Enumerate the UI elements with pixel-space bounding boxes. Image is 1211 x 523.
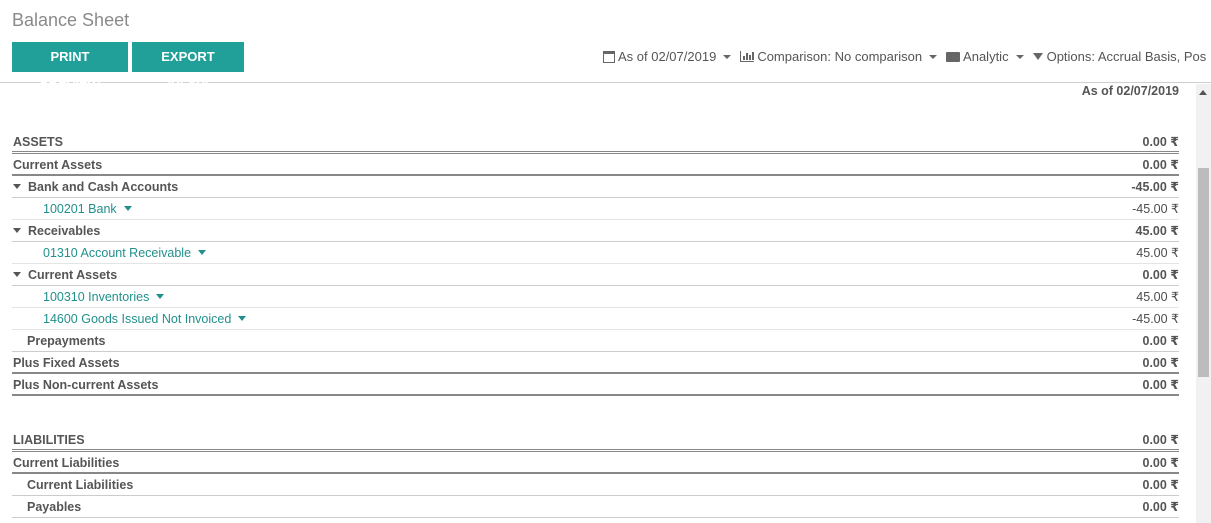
caret-down-icon[interactable] <box>13 228 21 234</box>
caret-down-icon[interactable] <box>13 272 21 278</box>
row-value: 0.00 ₹ <box>1142 334 1180 348</box>
table-row: Plus Fixed Assets 0.00 ₹ <box>12 352 1179 374</box>
options-filter-label: Options: Accrual Basis, Pos <box>1046 49 1207 64</box>
table-row: Current Liabilities 0.00 ₹ <box>12 474 1179 496</box>
export-xlsx-button[interactable]: EXPORT (XLSX) <box>132 42 244 94</box>
table-row: Payables 0.00 ₹ <box>12 496 1179 518</box>
options-filter-dropdown[interactable]: Options: Accrual Basis, Pos <box>1032 49 1207 64</box>
column-header-date: As of 02/07/2019 <box>1081 84 1179 98</box>
date-filter-dropdown[interactable]: As of 02/07/2019 <box>603 49 732 64</box>
account-label[interactable]: 100310 Inventories <box>43 290 149 304</box>
caret-down-icon[interactable] <box>123 206 132 212</box>
row-value: 45.00 ₹ <box>1135 224 1179 238</box>
table-row: Current Liabilities 0.00 ₹ <box>12 452 1179 474</box>
caret-down-icon[interactable] <box>156 294 165 300</box>
row-value: 0.00 ₹ <box>1142 158 1180 172</box>
account-row: 14600 Goods Issued Not Invoiced -45.00 ₹ <box>12 308 1179 330</box>
date-filter-label: As of 02/07/2019 <box>618 49 717 64</box>
scrollbar-thumb[interactable] <box>1198 168 1209 377</box>
account-label[interactable]: 14600 Goods Issued Not Invoiced <box>43 312 231 326</box>
row-label: ASSETS <box>13 135 64 149</box>
section-row-assets: ASSETS 0.00 ₹ <box>12 130 1179 154</box>
caret-down-icon <box>1015 54 1024 59</box>
balance-sheet-table: ASSETS 0.00 ₹ Current Assets 0.00 ₹ Bank… <box>12 130 1179 518</box>
row-value: 0.00 ₹ <box>1142 268 1180 282</box>
caret-down-icon[interactable] <box>238 316 247 322</box>
row-label: Receivables <box>28 224 101 238</box>
comparison-filter-label: Comparison: No comparison <box>757 49 923 64</box>
row-label: Current Assets <box>13 158 103 172</box>
row-label: Current Liabilities <box>27 478 134 492</box>
control-panel: Balance Sheet PRINT PREVIEW EXPORT (XLSX… <box>0 0 1211 94</box>
account-link[interactable]: 14600 Goods Issued Not Invoiced <box>43 308 247 330</box>
filter-icon <box>1032 53 1043 60</box>
row-value: 0.00 ₹ <box>1142 433 1180 447</box>
table-row-expandable[interactable]: Bank and Cash Accounts -45.00 ₹ <box>12 176 1179 198</box>
account-row: 100310 Inventories 45.00 ₹ <box>12 286 1179 308</box>
row-label: Plus Fixed Assets <box>13 356 120 370</box>
caret-down-icon <box>929 54 938 59</box>
table-row: Current Assets 0.00 ₹ <box>12 154 1179 176</box>
row-label: Bank and Cash Accounts <box>28 180 179 194</box>
report-content: As of 02/07/2019 ASSETS 0.00 ₹ Current A… <box>0 84 1196 523</box>
caret-down-icon[interactable] <box>13 184 21 190</box>
account-link[interactable]: 01310 Account Receivable <box>43 242 207 264</box>
table-row-expandable[interactable]: Receivables 45.00 ₹ <box>12 220 1179 242</box>
account-label[interactable]: 01310 Account Receivable <box>43 246 191 260</box>
row-value: 0.00 ₹ <box>1142 478 1180 492</box>
row-value: 0.00 ₹ <box>1142 500 1180 514</box>
row-value: 0.00 ₹ <box>1142 456 1180 470</box>
row-label: Plus Non-current Assets <box>13 378 159 392</box>
row-value: -45.00 ₹ <box>1132 312 1179 326</box>
row-value: -45.00 ₹ <box>1131 180 1179 194</box>
filter-bar: As of 02/07/2019 Comparison: No comparis… <box>603 49 1211 64</box>
row-value: 0.00 ₹ <box>1142 135 1180 149</box>
comparison-filter-dropdown[interactable]: Comparison: No comparison <box>740 49 938 64</box>
row-value: -45.00 ₹ <box>1132 202 1179 216</box>
page-title: Balance Sheet <box>12 10 130 30</box>
section-row-liabilities: LIABILITIES 0.00 ₹ <box>12 428 1179 452</box>
table-row-expandable[interactable]: Current Assets 0.00 ₹ <box>12 264 1179 286</box>
row-label: Current Assets <box>28 268 118 282</box>
account-link[interactable]: 100310 Inventories <box>43 286 165 308</box>
table-row: Prepayments 0.00 ₹ <box>12 330 1179 352</box>
row-label: Prepayments <box>27 334 106 348</box>
caret-down-icon <box>723 54 732 59</box>
table-row: Plus Non-current Assets 0.00 ₹ <box>12 374 1179 396</box>
row-label: Current Liabilities <box>13 456 120 470</box>
row-value: 45.00 ₹ <box>1136 290 1179 304</box>
row-label: LIABILITIES <box>13 433 85 447</box>
row-value: 45.00 ₹ <box>1136 246 1179 260</box>
analytic-filter-label: Analytic <box>963 49 1009 64</box>
account-link[interactable]: 100201 Bank <box>43 198 132 220</box>
caret-down-icon[interactable] <box>198 250 207 256</box>
scroll-up-arrow-icon[interactable] <box>1199 90 1207 95</box>
bar-chart-icon <box>740 51 755 62</box>
calendar-icon <box>603 50 615 63</box>
vertical-scrollbar[interactable] <box>1196 84 1211 523</box>
account-row: 100201 Bank -45.00 ₹ <box>12 198 1179 220</box>
folder-open-icon <box>946 51 961 62</box>
analytic-filter-dropdown[interactable]: Analytic <box>946 49 1024 64</box>
print-preview-button[interactable]: PRINT PREVIEW <box>12 42 128 94</box>
account-row: 01310 Account Receivable 45.00 ₹ <box>12 242 1179 264</box>
row-value: 0.00 ₹ <box>1142 356 1180 370</box>
row-label: Payables <box>27 500 82 514</box>
account-label[interactable]: 100201 Bank <box>43 202 117 216</box>
row-value: 0.00 ₹ <box>1142 378 1180 392</box>
